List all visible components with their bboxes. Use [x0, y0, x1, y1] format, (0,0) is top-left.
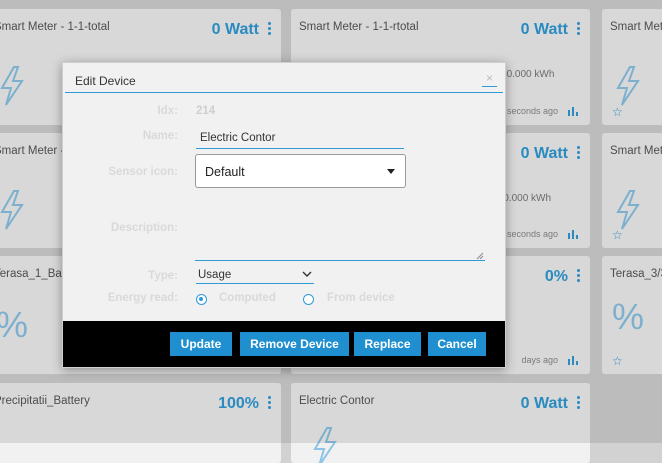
description-label: Description:: [110, 222, 178, 234]
caret-down-icon: [387, 169, 395, 174]
from-device-label: From device: [327, 292, 395, 304]
cancel-button[interactable]: Cancel: [428, 332, 486, 356]
idx-label: Idx:: [157, 105, 178, 117]
dialog-title: Edit Device: [75, 74, 136, 88]
type-select[interactable]: Usage: [196, 269, 314, 284]
name-label: Name:: [142, 130, 178, 142]
sensor-icon-select[interactable]: Default: [195, 154, 406, 188]
resize-grip-icon[interactable]: [475, 251, 484, 260]
sensor-icon-label: Sensor icon:: [108, 166, 178, 178]
idx-value: 214: [196, 105, 216, 117]
description-textarea[interactable]: [195, 211, 485, 261]
computed-label: Computed: [219, 292, 276, 304]
sensor-icon-selected: Default: [205, 165, 245, 179]
type-selected: Usage: [198, 269, 232, 281]
remove-device-button[interactable]: Remove Device: [240, 332, 349, 356]
name-input[interactable]: [196, 128, 404, 149]
update-button[interactable]: Update: [170, 332, 232, 356]
header-divider: [65, 92, 503, 93]
edit-device-dialog: Edit Device × Idx: 214 Name: Sensor icon…: [62, 62, 506, 368]
energy-read-label: Energy read:: [107, 292, 178, 304]
chevron-down-icon: [302, 271, 312, 277]
computed-radio[interactable]: [196, 294, 207, 305]
dialog-footer: Update Remove Device Replace Cancel: [63, 321, 505, 367]
dialog-header: Edit Device ×: [63, 63, 505, 93]
replace-button[interactable]: Replace: [354, 332, 421, 356]
close-icon[interactable]: ×: [481, 71, 497, 87]
type-label: Type:: [148, 270, 178, 282]
from-device-radio[interactable]: [303, 294, 314, 305]
